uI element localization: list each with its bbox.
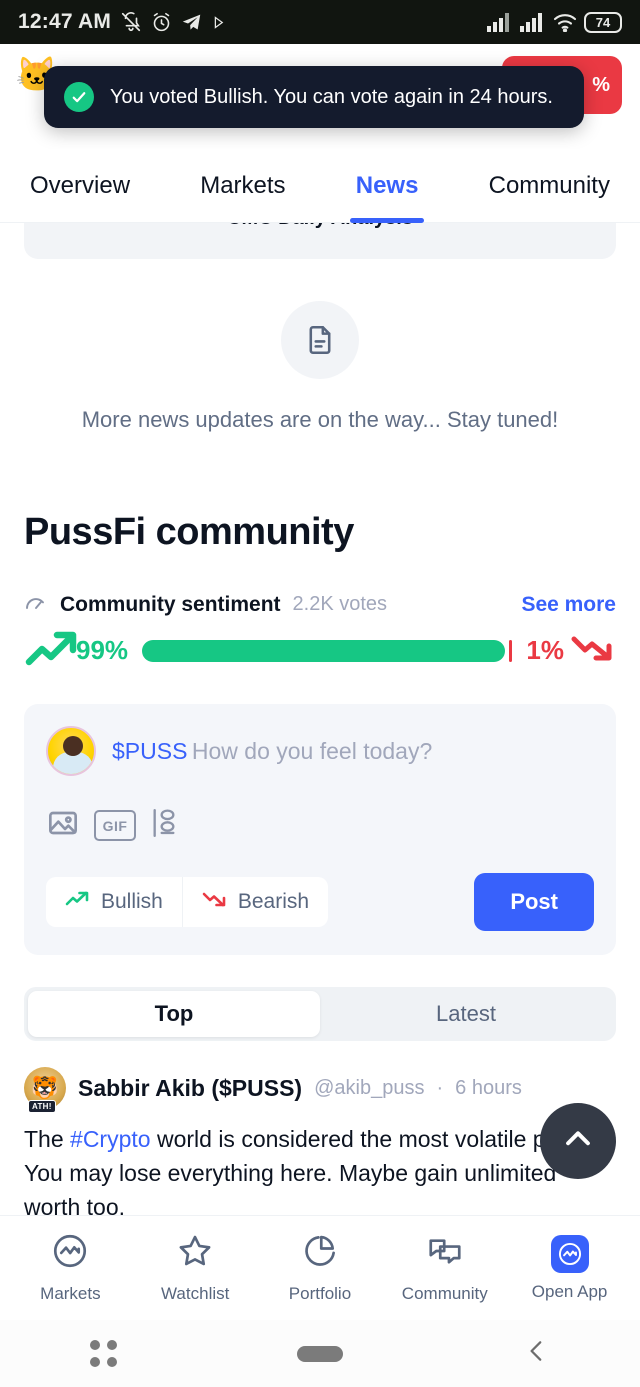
signal-icon: [487, 12, 513, 32]
bullish-label: Bullish: [101, 890, 163, 913]
image-icon[interactable]: [46, 807, 80, 844]
nav-label-markets: Markets: [40, 1284, 101, 1303]
bearish-percent: 1%: [526, 635, 564, 665]
composer-tools: GIF: [46, 806, 594, 845]
nav-item-portfolio[interactable]: Portfolio: [266, 1232, 374, 1304]
post-handle: @akib_puss: [314, 1076, 425, 1099]
bearish-label: Bearish: [237, 890, 310, 913]
bottom-navigation: Markets Watchlist Portfolio Community Op…: [0, 1215, 640, 1320]
status-time: 12:47 AM: [18, 10, 112, 33]
toast-notification: You voted Bullish. You can vote again in…: [44, 66, 584, 128]
bullish-button[interactable]: Bullish: [46, 877, 182, 927]
home-button[interactable]: [297, 1345, 344, 1362]
check-circle-icon: [64, 82, 94, 112]
top-tabs: Overview Markets News Community: [0, 149, 640, 223]
hashtag-link[interactable]: #Crypto: [70, 1126, 151, 1152]
scroll-to-top-button[interactable]: [540, 1103, 616, 1179]
alarm-clock-icon: [151, 12, 172, 33]
chat-bubbles-icon: [426, 1232, 464, 1275]
ath-badge: ATH!: [28, 1100, 56, 1113]
sentiment-bar-row: 99% 1%: [0, 617, 640, 674]
composer-input[interactable]: How do you feel today?: [192, 738, 432, 764]
tab-markets[interactable]: Markets: [200, 149, 285, 223]
partially-scrolled-card-title: CMC Daily Analysis: [24, 223, 616, 230]
back-button[interactable]: [524, 1336, 550, 1371]
bullish-percent: 99%: [76, 635, 129, 665]
telegram-icon: [181, 12, 202, 33]
nav-label-portfolio: Portfolio: [288, 1284, 352, 1303]
post-text-before: The: [24, 1126, 71, 1152]
bullish-bar: [142, 639, 505, 662]
community-sentiment-header: Community sentiment 2.2K votes See more: [0, 554, 640, 617]
tab-top[interactable]: Top: [28, 991, 320, 1037]
toast-message: You voted Bullish. You can vote again in…: [110, 86, 553, 108]
sentiment-votes: 2.2K votes: [292, 593, 388, 615]
bearish-button[interactable]: Bearish: [181, 877, 328, 927]
news-empty-text: More news updates are on the way... Stay…: [81, 407, 559, 432]
composer-ticker: $PUSS: [112, 737, 188, 764]
star-icon: [176, 1232, 214, 1275]
nav-item-community[interactable]: Community: [391, 1232, 499, 1304]
nav-label-community: Community: [401, 1284, 488, 1303]
android-navigation-bar: [0, 1320, 640, 1387]
nav-item-open-app[interactable]: Open App: [516, 1234, 624, 1302]
main-content: CMC Daily Analysis More news updates are…: [0, 223, 640, 1225]
cmc-app-icon: [550, 1234, 589, 1273]
gif-icon[interactable]: GIF: [94, 810, 136, 841]
nav-label-open-app: Open App: [531, 1281, 608, 1301]
bell-muted-icon: [120, 11, 142, 33]
trend-up-icon: [65, 890, 91, 914]
avatar: [46, 726, 96, 776]
bearish-bar: [508, 639, 513, 662]
sentiment-bar: [142, 639, 513, 662]
sentiment-toggle: Bullish Bearish: [46, 877, 329, 927]
play-icon: [211, 15, 226, 30]
tab-community[interactable]: Community: [489, 149, 610, 223]
partially-scrolled-card[interactable]: CMC Daily Analysis: [24, 223, 616, 259]
see-more-link[interactable]: See more: [521, 593, 616, 617]
nav-item-markets[interactable]: Markets: [16, 1232, 124, 1304]
battery-icon: 74: [584, 11, 622, 33]
post-composer[interactable]: $PUSS How do you feel today? GIF Bullish…: [24, 704, 616, 955]
cmc-logo-icon: [51, 1232, 89, 1275]
post-button[interactable]: Post: [474, 873, 594, 931]
wifi-icon: [553, 12, 577, 32]
nav-label-watchlist: Watchlist: [161, 1284, 230, 1303]
tab-overview[interactable]: Overview: [30, 149, 130, 223]
poll-icon[interactable]: [150, 806, 178, 845]
document-icon: [281, 301, 359, 379]
trend-down-icon: [202, 890, 228, 914]
avatar: 🐯 ATH!: [24, 1067, 66, 1113]
recents-button[interactable]: [90, 1340, 118, 1367]
status-bar: 12:47 AM 74: [0, 0, 640, 44]
signal-icon: [520, 12, 546, 32]
post-separator: ·: [436, 1076, 444, 1099]
page-title: PussFi community: [24, 511, 354, 553]
post-header: 🐯 ATH! Sabbir Akib ($PUSS) @akib_puss · …: [24, 1067, 616, 1113]
pie-chart-icon: [301, 1232, 339, 1275]
post-author: Sabbir Akib ($PUSS): [78, 1074, 303, 1101]
composer-header: $PUSS How do you feel today?: [46, 726, 594, 776]
feed-sort-tabs: Top Latest: [24, 987, 616, 1041]
chevron-up-icon: [561, 1122, 595, 1161]
news-empty-state: More news updates are on the way... Stay…: [0, 259, 640, 449]
tab-news[interactable]: News: [349, 149, 425, 223]
post-body: The #Crypto world is considered the most…: [24, 1123, 616, 1224]
gauge-icon: [24, 592, 48, 617]
toast-layer: 🐱 % You voted Bullish. You can vote agai…: [0, 44, 640, 149]
tab-latest[interactable]: Latest: [320, 991, 612, 1037]
sentiment-label: Community sentiment: [60, 592, 281, 616]
nav-item-watchlist[interactable]: Watchlist: [141, 1232, 249, 1304]
trend-down-icon: [570, 631, 616, 670]
post-timestamp: 6 hours: [455, 1076, 522, 1099]
composer-actions: Bullish Bearish Post: [46, 873, 594, 931]
